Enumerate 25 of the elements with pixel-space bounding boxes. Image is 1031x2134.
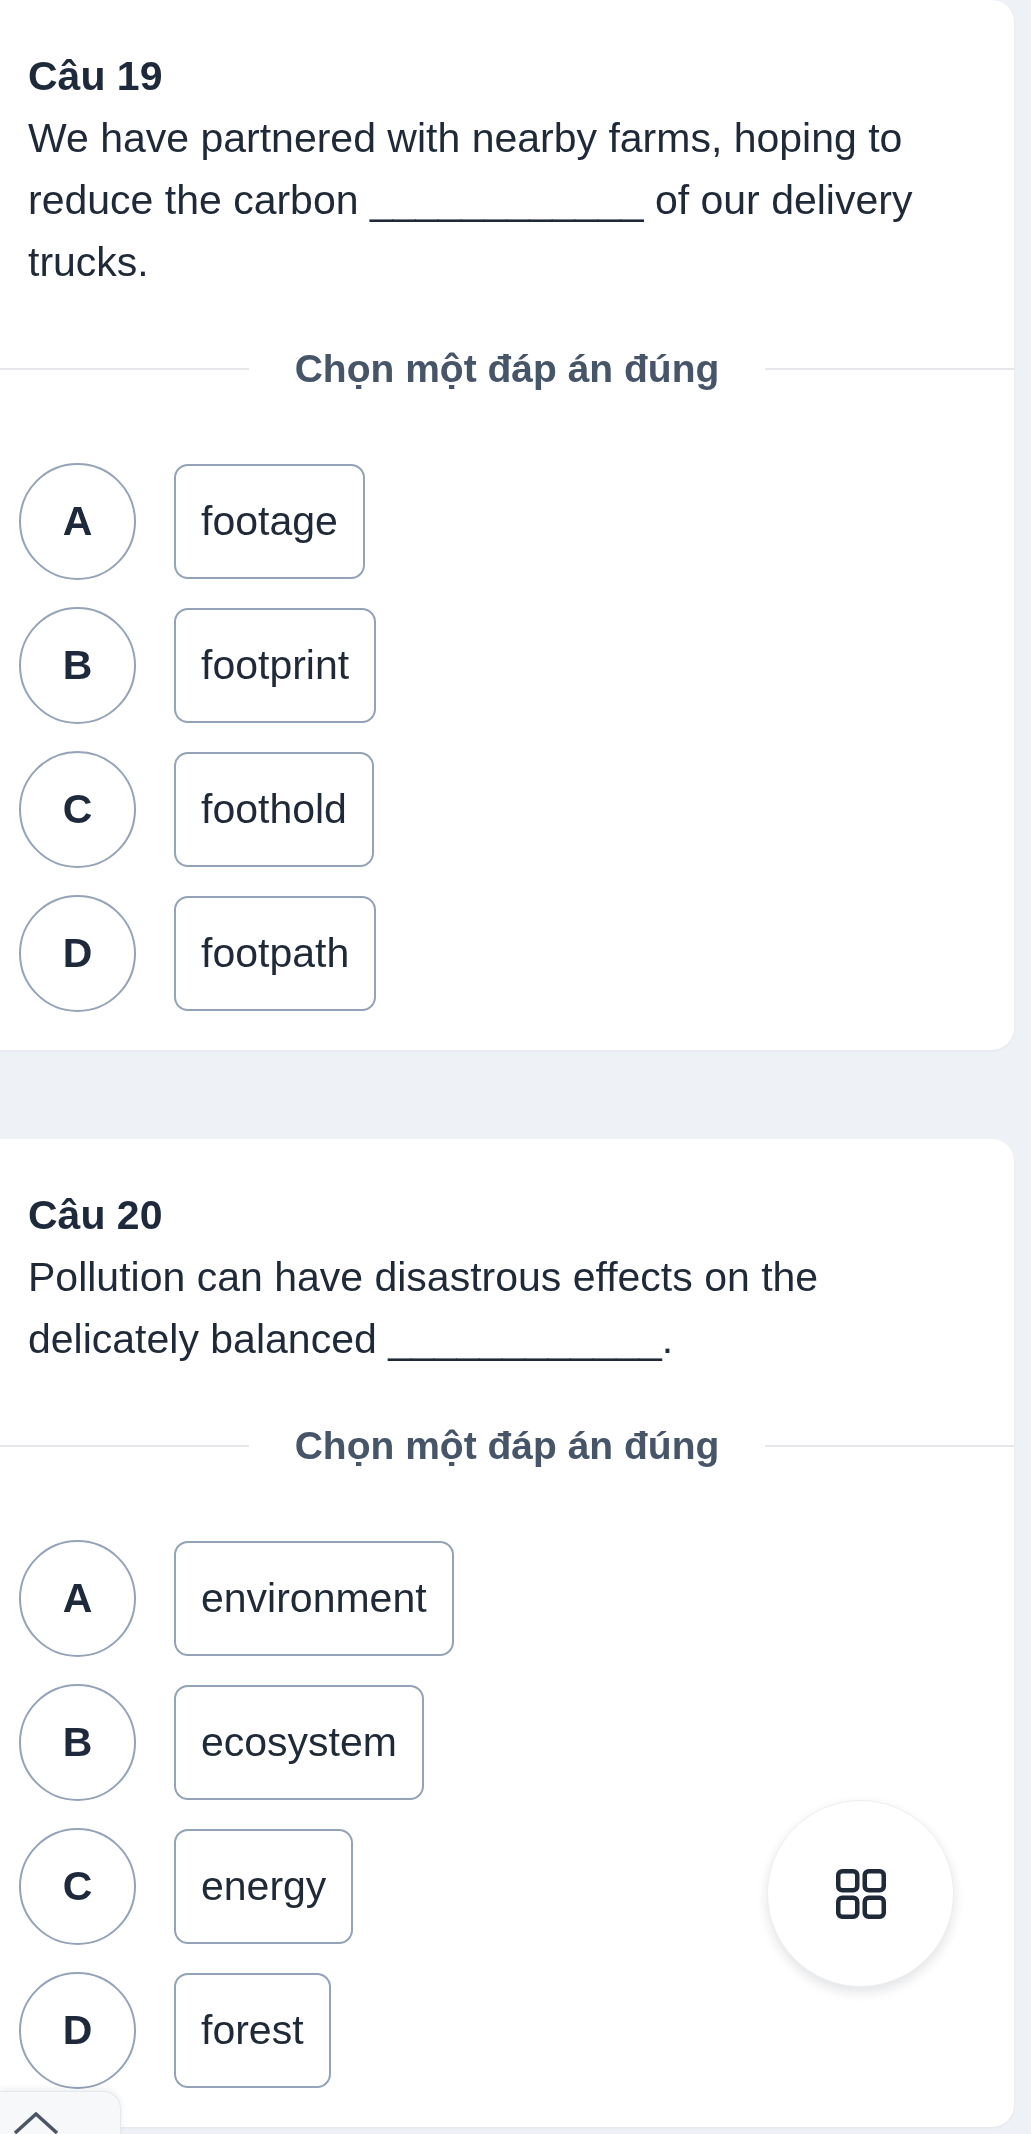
question-text: We have partnered with nearby farms, hoping to reduce the carbon ____________ of our delivery trucks. xyxy=(28,114,914,287)
collapse-tab[interactable] xyxy=(0,2091,121,2134)
instruction-label: Chọn một đáp án đúng xyxy=(293,346,721,392)
answer-option[interactable]: environment xyxy=(174,1541,454,1656)
choice-letter[interactable]: C xyxy=(19,1828,136,1945)
choice-letter[interactable]: A xyxy=(19,463,136,580)
choice-letter[interactable]: B xyxy=(19,607,136,724)
choice-letter[interactable]: A xyxy=(19,1540,136,1657)
choice-letter[interactable]: B xyxy=(19,1684,136,1801)
instruction-label: Chọn một đáp án đúng xyxy=(293,1423,721,1469)
question-title: Câu 20 xyxy=(28,1191,163,1240)
answer-option[interactable]: ecosystem xyxy=(174,1685,424,1800)
answer-option[interactable]: forest xyxy=(174,1973,331,2088)
choice-letter[interactable]: C xyxy=(19,751,136,868)
answer-option[interactable]: foothold xyxy=(174,752,374,867)
answer-option[interactable]: footage xyxy=(174,464,365,579)
grid-icon xyxy=(835,1868,886,1919)
answer-option[interactable]: footpath xyxy=(174,896,377,1011)
chevron-up-icon xyxy=(13,2112,59,2134)
answer-option[interactable]: energy xyxy=(174,1829,354,1944)
answer-option[interactable]: footprint xyxy=(174,608,377,723)
question-text: Pollution can have disastrous effects on the delicately balanced ____________. xyxy=(28,1253,820,1364)
choice-letter[interactable]: D xyxy=(19,895,136,1012)
question-title: Câu 19 xyxy=(28,52,163,101)
choice-letter[interactable]: D xyxy=(19,1972,136,2089)
